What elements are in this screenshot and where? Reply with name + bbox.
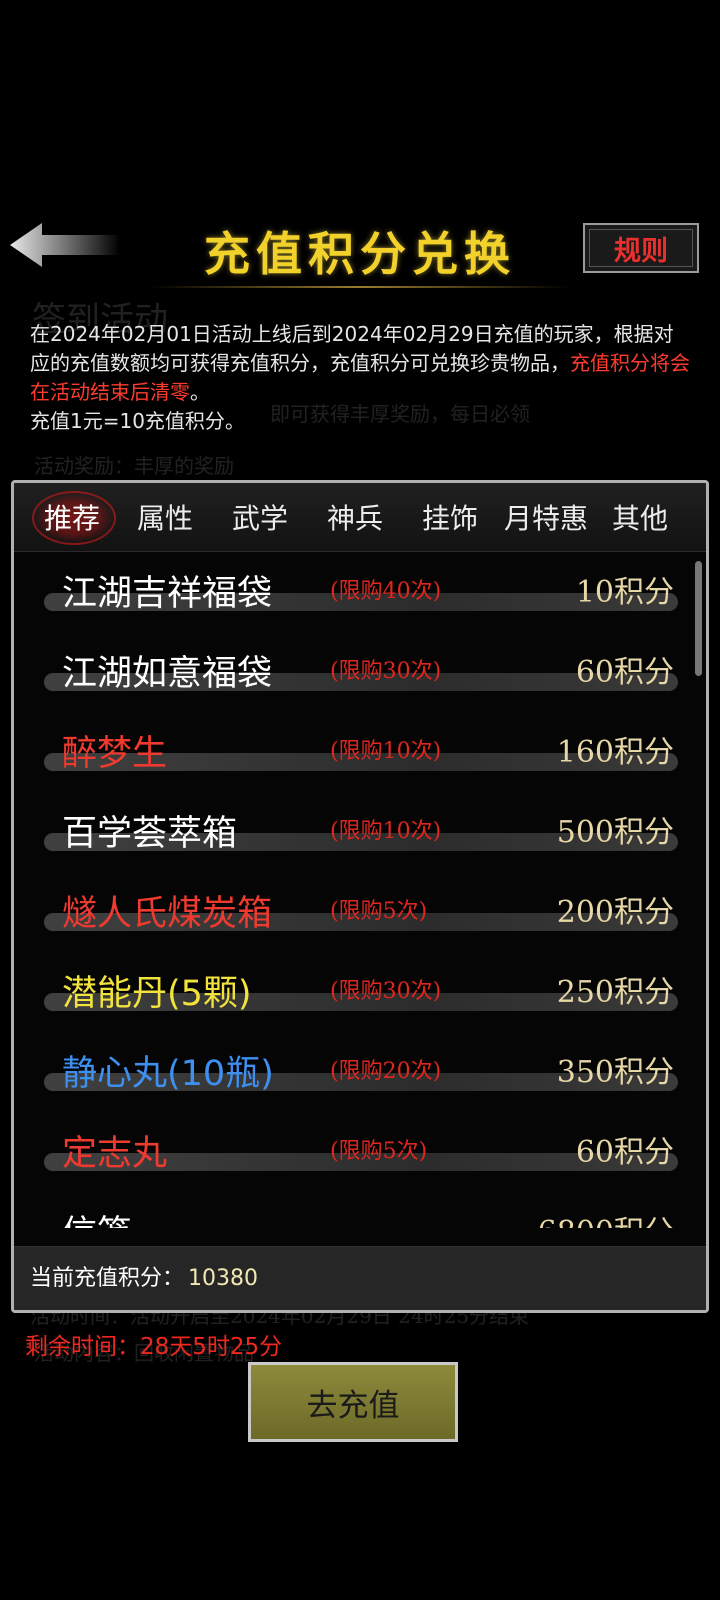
rules-button-label: 规则 [614, 235, 668, 267]
item-name: 定志丸 [62, 1134, 168, 1174]
points-label: 当前充值积分： [30, 1266, 185, 1291]
exchange-rate: 充值1元=10充值积分。 [30, 409, 245, 433]
exchange-item-row[interactable]: 燧人氏煤炭箱 (限购5次) 200积分 [14, 873, 706, 953]
remaining-time-value: 28天5时25分 [140, 1334, 283, 1360]
category-tabs: 推荐 属性 武学 神兵 挂饰 月特惠 其他 [14, 483, 706, 552]
exchange-panel: 推荐 属性 武学 神兵 挂饰 月特惠 其他 江湖吉祥福袋 (限购40次) 10积分江… [11, 480, 709, 1313]
item-cost: 10积分 [575, 575, 674, 610]
item-name: 江湖如意福袋 [62, 654, 273, 694]
bg-ghost-line1: 活动奖励：丰厚的奖励 [34, 454, 234, 478]
scrollbar[interactable] [695, 561, 702, 676]
exchange-item-row[interactable]: 潜能丹(5颗) (限购30次) 250积分 [14, 953, 706, 1033]
tab-martial-arts[interactable]: 武学 [229, 497, 291, 537]
item-name: 百学荟萃箱 [62, 814, 238, 854]
tab-weapons[interactable]: 神兵 [324, 497, 386, 537]
tab-ornaments[interactable]: 挂饰 [419, 497, 481, 537]
purchase-limit: (限购10次) [330, 819, 442, 844]
exchange-item-row[interactable]: 江湖吉祥福袋 (限购40次) 10积分 [14, 553, 706, 633]
activity-description: 在2024年02月01日活动上线后到2024年02月29日充值的玩家，根据对应的… [30, 320, 690, 436]
item-name: 潜能丹(5颗) [62, 974, 252, 1014]
purchase-limit: (限购5次) [330, 1139, 428, 1164]
rules-button[interactable]: 规则 [583, 223, 699, 273]
purchase-limit: (限购30次) [330, 659, 442, 684]
title-divider [150, 286, 570, 288]
purchase-limit: (限购20次) [330, 1059, 442, 1084]
purchase-limit: (限购5次) [330, 899, 428, 924]
item-cost: 6800积分 [538, 1207, 674, 1228]
item-cost: 250积分 [556, 975, 674, 1010]
exchange-item-row[interactable]: 江湖如意福袋 (限购30次) 60积分 [14, 633, 706, 713]
exchange-item-row[interactable]: 醉梦生 (限购10次) 160积分 [14, 713, 706, 793]
exchange-item-row[interactable]: 信笺 6800积分 [14, 1193, 706, 1228]
item-cost: 500积分 [556, 815, 674, 850]
item-cost: 350积分 [556, 1055, 674, 1090]
tab-other[interactable]: 其他 [609, 497, 671, 537]
remaining-time-label: 剩余时间： [25, 1334, 140, 1360]
item-name: 信笺 [62, 1205, 132, 1228]
remaining-time: 剩余时间：28天5时25分 [25, 1327, 282, 1361]
exchange-item-row[interactable]: 静心丸(10瓶) (限购20次) 350积分 [14, 1033, 706, 1113]
item-name: 江湖吉祥福袋 [62, 574, 273, 614]
exchange-item-row[interactable]: 定志丸 (限购5次) 60积分 [14, 1113, 706, 1193]
points-value: 10380 [188, 1266, 259, 1291]
tab-monthly-deals[interactable]: 月特惠 [500, 497, 592, 537]
recharge-button-label: 去充值 [306, 1387, 400, 1424]
points-footer: 当前充值积分： 10380 [14, 1246, 706, 1310]
description-end: 。 [190, 380, 210, 404]
item-cost: 200积分 [556, 895, 674, 930]
item-cost: 160积分 [556, 735, 674, 770]
item-cost: 60积分 [575, 655, 674, 690]
tab-recommended[interactable]: 推荐 [41, 497, 103, 537]
recharge-button[interactable]: 去充值 [248, 1362, 458, 1442]
purchase-limit: (限购40次) [330, 579, 442, 604]
item-cost: 60积分 [575, 1135, 674, 1170]
exchange-item-row[interactable]: 百学荟萃箱 (限购10次) 500积分 [14, 793, 706, 873]
item-name: 静心丸(10瓶) [62, 1054, 274, 1094]
item-list[interactable]: 江湖吉祥福袋 (限购40次) 10积分 江湖如意福袋 (限购30次) 60积分 醉梦生 (限购… [14, 553, 706, 1228]
purchase-limit: (限购10次) [330, 739, 442, 764]
item-name: 醉梦生 [62, 734, 168, 774]
header: 充值积分兑换 规则 [0, 200, 720, 295]
tab-attributes[interactable]: 属性 [134, 497, 196, 537]
purchase-limit: (限购30次) [330, 979, 442, 1004]
item-name: 燧人氏煤炭箱 [62, 894, 273, 934]
